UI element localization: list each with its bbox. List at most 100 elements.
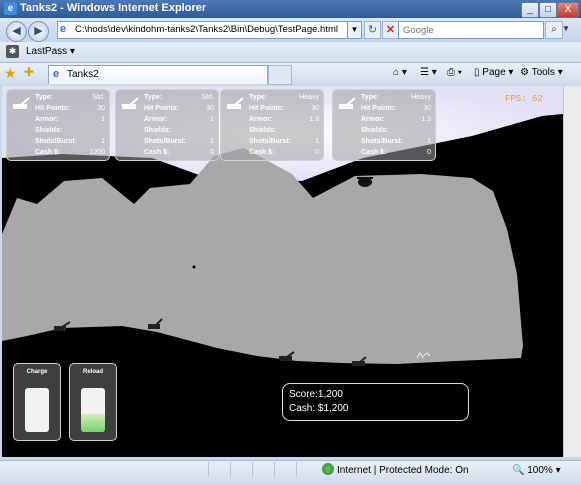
page-menu[interactable]: ▯ Page ▾ [474, 67, 513, 78]
address-field[interactable]: e C:\hods\dev\kindohm-tanks2\Tanks2\Bin\… [57, 21, 349, 39]
game-canvas[interactable]: Type: Std. Hit Points: 30 Armor: 1 Shiel… [2, 86, 563, 457]
back-button[interactable]: ◀ [6, 21, 27, 42]
shots-burst-value: 1 [210, 138, 214, 145]
type-label: Type: [361, 94, 380, 101]
zoom-value: 100% [527, 465, 553, 476]
window-title: Tanks2 - Windows Internet Explorer [20, 2, 207, 14]
reload-tube [81, 388, 105, 432]
armor-label: Armor: [144, 116, 168, 123]
type-label: Type: [35, 94, 54, 101]
reload-label: Reload [82, 369, 103, 375]
tank-panel-1: Type: Std. Hit Points: 30 Armor: 1 Shiel… [6, 89, 110, 161]
shields-label: Shields: [249, 127, 277, 134]
shots-burst-value: 1 [315, 138, 319, 145]
reload-meter: Reload [69, 363, 117, 441]
cash-text: Cash: $1,200 [289, 403, 349, 414]
hit-points-value: 30 [97, 105, 105, 112]
shots-burst-label: Shots/Burst: [35, 138, 77, 145]
search-options-dropdown[interactable]: ▼ [562, 21, 572, 37]
cash-value: 0 [427, 149, 431, 156]
security-zone[interactable]: Internet | Protected Mode: On [337, 465, 469, 476]
fps-counter: FPS: 62 [505, 94, 543, 104]
lastpass-menu[interactable]: LastPass ▾ [26, 46, 75, 57]
tab-label: Tanks2 [67, 69, 99, 80]
cash-label: Cash $: [144, 149, 170, 156]
search-input[interactable] [399, 22, 543, 38]
shields-label: Shields: [361, 127, 389, 134]
favorites-star-icon[interactable]: ★ [4, 65, 17, 82]
tank-panel-2: Type: Std. Hit Points: 30 Armor: 1 Shiel… [115, 89, 219, 161]
search-button[interactable]: ⌕ [545, 21, 563, 39]
zoom-level[interactable]: 🔍 100% ▾ [512, 465, 561, 476]
type-label: Type: [249, 94, 268, 101]
charge-tube [25, 388, 49, 432]
new-tab-button[interactable] [268, 65, 292, 85]
tools-menu-label: Tools [531, 67, 555, 78]
forward-button[interactable]: ▶ [28, 21, 49, 42]
projectile [192, 265, 196, 269]
cash-value: 1200 [89, 149, 105, 156]
armor-label: Armor: [361, 116, 385, 123]
hit-points-label: Hit Points: [249, 105, 284, 112]
armor-value: 1.3 [309, 116, 319, 123]
feeds-icon[interactable]: ☰ ▾ [420, 67, 437, 78]
chevron-down-icon: ▼ [350, 25, 359, 34]
status-segment [208, 462, 229, 477]
hit-points-label: Hit Points: [361, 105, 396, 112]
address-url: C:\hods\dev\kindohm-tanks2\Tanks2\Bin\De… [75, 24, 338, 35]
status-segment [296, 462, 317, 477]
score-text: Score:1,200 [289, 389, 343, 400]
charge-meter: Charge [13, 363, 61, 441]
shields-label: Shields: [35, 127, 63, 134]
cash-label: Cash $: [35, 149, 61, 156]
add-favorites-icon[interactable]: ✚ [24, 65, 34, 79]
shields-label: Shields: [144, 127, 172, 134]
shots-burst-label: Shots/Burst: [249, 138, 291, 145]
ie-tab-icon: e [53, 68, 60, 80]
tank-icon [13, 97, 30, 109]
close-button[interactable]: X [557, 2, 579, 18]
cash-label: Cash $: [249, 149, 275, 156]
type-value: Std. [201, 94, 214, 101]
refresh-icon: ↻ [367, 24, 378, 36]
search-box[interactable] [398, 21, 544, 39]
status-segment [274, 462, 295, 477]
home-icon[interactable]: ⌂ ▾ [393, 67, 407, 78]
shots-burst-label: Shots/Burst: [144, 138, 186, 145]
tools-menu[interactable]: ⚙ Tools ▾ [520, 67, 563, 78]
address-dropdown-button[interactable]: ▼ [347, 21, 362, 39]
vertical-scrollbar[interactable] [563, 86, 581, 457]
cash-value: 0 [315, 149, 319, 156]
tank-icon [339, 97, 356, 109]
tank-icon [122, 97, 139, 109]
globe-icon [322, 463, 334, 475]
cash-value: 0 [210, 149, 214, 156]
hit-points-label: Hit Points: [144, 105, 179, 112]
refresh-button[interactable]: ↻ [364, 21, 381, 39]
shots-burst-label: Shots/Burst: [361, 138, 403, 145]
armor-value: 1 [101, 116, 105, 123]
stop-button[interactable]: ✕ [382, 21, 399, 39]
terrain [2, 148, 523, 364]
chevron-down-icon: ▼ [562, 24, 570, 33]
armor-value: 1.3 [421, 116, 431, 123]
armor-label: Armor: [35, 116, 59, 123]
tank-panel-4: Type: Heavy Hit Points: 30 Armor: 1.3 Sh… [332, 89, 436, 161]
search-icon: ⌕ [551, 24, 557, 35]
status-segment [252, 462, 273, 477]
type-value: Heavy [411, 94, 431, 101]
tab-tanks2[interactable]: e Tanks2 [48, 65, 268, 84]
hit-points-value: 30 [311, 105, 319, 112]
minimize-button[interactable]: _ [521, 2, 539, 18]
print-icon[interactable]: ⎙ ▾ [447, 67, 462, 78]
hit-points-value: 30 [206, 105, 214, 112]
page-menu-label: Page [482, 67, 506, 78]
shots-burst-value: 1 [427, 138, 431, 145]
charge-label: Charge [26, 369, 48, 375]
armor-label: Armor: [249, 116, 273, 123]
maximize-button[interactable]: □ [539, 2, 557, 18]
tank-panel-3: Type: Heavy Hit Points: 30 Armor: 1.3 Sh… [220, 89, 324, 161]
status-segment [230, 462, 251, 477]
stop-icon: ✕ [385, 24, 396, 36]
shots-burst-value: 1 [101, 138, 105, 145]
